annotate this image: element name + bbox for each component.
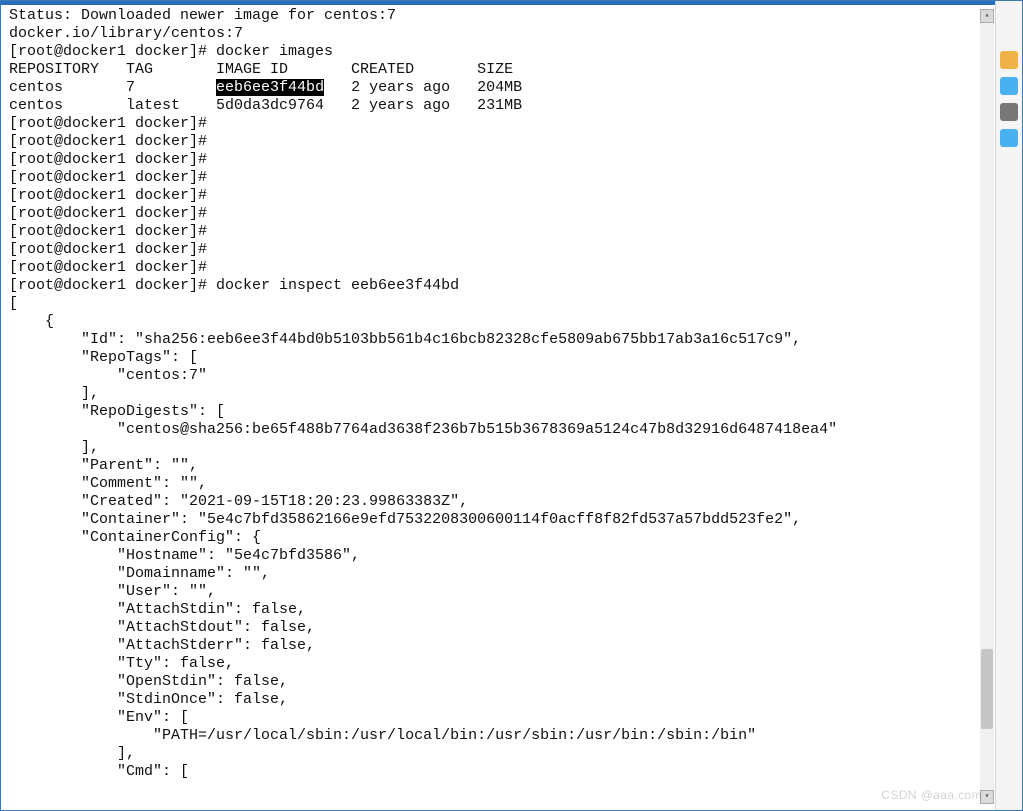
terminal-line: "Id": "sha256:eeb6ee3f44bd0b5103bb561b4c…: [9, 331, 992, 349]
terminal-line: "Parent": "",: [9, 457, 992, 475]
terminal-line: [root@docker1 docker]#: [9, 205, 992, 223]
terminal-line: "AttachStdout": false,: [9, 619, 992, 637]
terminal-line: ],: [9, 745, 992, 763]
terminal-line: ],: [9, 439, 992, 457]
right-tool-gutter: [995, 1, 1022, 810]
terminal-line: "Env": [: [9, 709, 992, 727]
terminal-line: {: [9, 313, 992, 331]
terminal-line: docker.io/library/centos:7: [9, 25, 992, 43]
gutter-icon[interactable]: [1000, 103, 1018, 121]
terminal-line: "StdinOnce": false,: [9, 691, 992, 709]
selected-image-id: eeb6ee3f44bd: [216, 79, 324, 96]
titlebar: [1, 1, 1022, 5]
terminal-line: "Created": "2021-09-15T18:20:23.99863383…: [9, 493, 992, 511]
scroll-down-button[interactable]: ▾: [980, 790, 994, 804]
terminal-line: "Hostname": "5e4c7bfd3586",: [9, 547, 992, 565]
terminal-line: "RepoTags": [: [9, 349, 992, 367]
terminal-line: "ContainerConfig": {: [9, 529, 992, 547]
terminal-line: [root@docker1 docker]#: [9, 187, 992, 205]
terminal-window: Status: Downloaded newer image for cento…: [0, 0, 1023, 811]
terminal-line: [root@docker1 docker]#: [9, 259, 992, 277]
terminal-line: "OpenStdin": false,: [9, 673, 992, 691]
vertical-scrollbar[interactable]: ▴ ▾: [980, 9, 994, 804]
scroll-thumb[interactable]: [981, 649, 993, 729]
terminal-line: "User": "",: [9, 583, 992, 601]
terminal-output[interactable]: Status: Downloaded newer image for cento…: [9, 7, 992, 804]
terminal-line: "AttachStdin": false,: [9, 601, 992, 619]
terminal-line: [root@docker1 docker]#: [9, 169, 992, 187]
terminal-line: centos latest 5d0da3dc9764 2 years ago 2…: [9, 97, 992, 115]
terminal-line: "Tty": false,: [9, 655, 992, 673]
terminal-line: [root@docker1 docker]#: [9, 115, 992, 133]
terminal-line: "centos:7": [9, 367, 992, 385]
gutter-icon[interactable]: [1000, 51, 1018, 69]
terminal-line: "PATH=/usr/local/sbin:/usr/local/bin:/us…: [9, 727, 992, 745]
terminal-line: "Cmd": [: [9, 763, 992, 781]
terminal-line: "AttachStderr": false,: [9, 637, 992, 655]
terminal-line: [root@docker1 docker]# docker images: [9, 43, 992, 61]
terminal-line: "Domainname": "",: [9, 565, 992, 583]
terminal-line: "Comment": "",: [9, 475, 992, 493]
scroll-up-button[interactable]: ▴: [980, 9, 994, 23]
terminal-line: Status: Downloaded newer image for cento…: [9, 7, 992, 25]
gutter-icon[interactable]: [1000, 77, 1018, 95]
terminal-line: [: [9, 295, 992, 313]
terminal-line: ],: [9, 385, 992, 403]
terminal-line: "RepoDigests": [: [9, 403, 992, 421]
terminal-line: "Container": "5e4c7bfd35862166e9efd75322…: [9, 511, 992, 529]
terminal-line: REPOSITORY TAG IMAGE ID CREATED SIZE: [9, 61, 992, 79]
terminal-line: [root@docker1 docker]#: [9, 151, 992, 169]
terminal-line: [root@docker1 docker]#: [9, 241, 992, 259]
terminal-line: "centos@sha256:be65f488b7764ad3638f236b7…: [9, 421, 992, 439]
terminal-line: [root@docker1 docker]#: [9, 133, 992, 151]
gutter-icon[interactable]: [1000, 129, 1018, 147]
watermark-text: CSDN @aaa.com: [881, 786, 982, 804]
terminal-line: [root@docker1 docker]# docker inspect ee…: [9, 277, 992, 295]
terminal-line: centos 7 eeb6ee3f44bd 2 years ago 204MB: [9, 79, 992, 97]
terminal-line: [root@docker1 docker]#: [9, 223, 992, 241]
